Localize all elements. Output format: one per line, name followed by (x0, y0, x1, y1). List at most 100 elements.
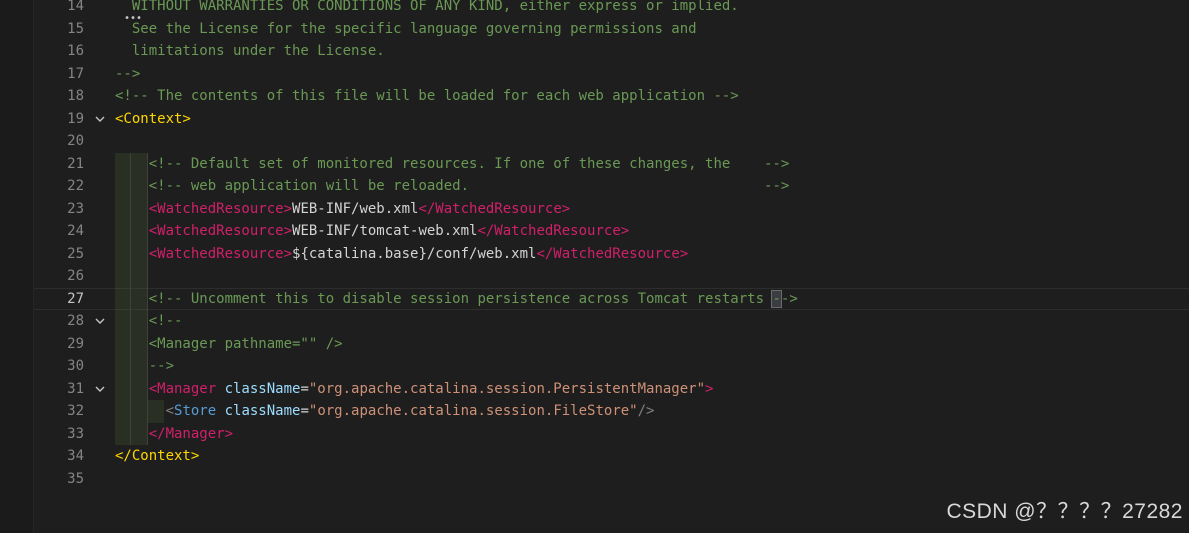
code-token: See the License for the specific languag… (131, 20, 697, 37)
code-token: = (300, 403, 309, 419)
code-line[interactable]: 18 <!-- The contents of this file will be… (34, 85, 1189, 108)
chevron-down-icon[interactable] (92, 108, 108, 131)
line-number: 24 (67, 223, 84, 239)
code-line[interactable]: 35 (34, 468, 1189, 491)
code-text: <WatchedResource>WEB-INF/tomcat-web.xml<… (149, 220, 629, 243)
code-token: -> (780, 290, 798, 307)
indent-guide-highlight (115, 332, 147, 355)
code-token: ${catalina.base}/conf/web.xml (292, 245, 537, 262)
code-line[interactable]: 28 <!-- (34, 310, 1189, 333)
code-line[interactable]: 34 </Context> (34, 445, 1189, 468)
code-token: <!-- Uncomment this to disable session p… (148, 290, 773, 307)
code-line[interactable]: 23 <WatchedResource>WEB-INF/web.xml</Watc… (34, 197, 1189, 221)
code-token: </Context> (115, 448, 200, 464)
indent-guide (146, 377, 148, 400)
indent-guide (129, 377, 131, 400)
code-text: WITHOUT WARRANTIES OR CONDITIONS OF ANY … (132, 0, 739, 18)
code-text: </Context> (115, 445, 199, 468)
code-line[interactable]: 22 <!-- web application will be reloaded.… (34, 175, 1189, 198)
indent-guide (146, 287, 148, 310)
code-line[interactable]: 33 </Manager> (34, 422, 1189, 445)
code-text: limitations under the License. (132, 40, 385, 63)
code-token: --> (148, 358, 175, 374)
ellipsis-icon[interactable]: ••• (124, 14, 142, 24)
code-token: <!-- Default set of monitored resources.… (148, 155, 790, 172)
line-number: 18 (67, 88, 84, 104)
code-token: <WatchedResource> (148, 245, 293, 262)
code-token: <WatchedResource> (148, 200, 293, 217)
code-token: = (300, 380, 309, 397)
watermark: CSDN @？？？？27282 (946, 500, 1183, 523)
line-number: 25 (67, 245, 84, 262)
code-token: WEB-INF/tomcat-web.xml (292, 223, 478, 239)
chevron-down-icon[interactable] (92, 378, 108, 401)
code-line[interactable]: 25 <WatchedResource>${catalina.base}/conf… (34, 242, 1189, 266)
code-line[interactable]: 19 <Context> (34, 108, 1189, 131)
code-token: limitations under the License. (131, 43, 385, 59)
code-token: Store (174, 403, 225, 419)
code-token: </Manager> (148, 425, 234, 442)
code-line[interactable]: 14 WITHOUT WARRANTIES OR CONDITIONS OF AN… (34, 0, 1189, 18)
code-line[interactable]: 29 <Manager pathname="" /> (34, 332, 1189, 355)
indent-guide (146, 332, 148, 355)
line-number: 16 (67, 43, 84, 59)
line-number: 30 (67, 358, 84, 374)
code-text: <Store className="org.apache.catalina.se… (166, 400, 655, 423)
code-text: <!-- (149, 310, 183, 333)
code-line[interactable]: 32 <Store className="org.apache.catalina.… (34, 400, 1189, 423)
code-line[interactable]: 17 --> (34, 63, 1189, 86)
code-line[interactable]: 26 (34, 265, 1189, 288)
code-line[interactable]: 30 --> (34, 355, 1189, 378)
indent-guide (129, 242, 131, 265)
code-line[interactable]: 21 <!-- Default set of monitored resource… (34, 152, 1189, 175)
indent-guide-highlight (115, 220, 147, 243)
line-number: 21 (67, 155, 84, 172)
indent-guide (129, 310, 131, 333)
indent-guide-highlight (115, 400, 164, 423)
indent-guide (129, 400, 131, 423)
line-number: 29 (67, 335, 84, 352)
code-line[interactable]: 15 See the License for the specific langu… (34, 18, 1189, 41)
code-line[interactable]: 27 <!-- Uncomment this to disable session… (34, 287, 1189, 310)
code-token: WEB-INF/web.xml (292, 200, 419, 217)
code-line[interactable]: 16 limitations under the License. (34, 40, 1189, 63)
indent-guide (129, 287, 131, 310)
indent-guide-highlight (115, 197, 147, 220)
code-token: > (705, 380, 714, 397)
line-number: 22 (67, 178, 84, 194)
code-token: WITHOUT WARRANTIES OR CONDITIONS OF ANY … (131, 0, 739, 14)
indent-guide-highlight (115, 265, 147, 288)
code-token: </WatchedResource> (536, 245, 689, 262)
indent-guide-highlight (115, 310, 147, 333)
indent-guide-highlight (115, 287, 147, 310)
indent-guide (146, 265, 148, 288)
code-line[interactable]: 24 <WatchedResource>WEB-INF/tomcat-web.xm… (34, 220, 1189, 243)
code-token: className (224, 403, 301, 419)
code-line[interactable]: 20 (34, 130, 1189, 153)
code-token: <!-- The contents of this file will be l… (115, 88, 739, 104)
line-number: 20 (67, 133, 84, 149)
code-token: <!-- (148, 313, 183, 329)
line-number: 17 (67, 65, 84, 82)
code-token: <Manager pathname="" /> (148, 335, 343, 352)
code-line[interactable]: 31 <Manager className="org.apache.catalin… (34, 377, 1189, 401)
code-text: <WatchedResource>${catalina.base}/conf/w… (149, 243, 688, 266)
code-text: --> (115, 63, 140, 86)
indent-guide (146, 197, 148, 220)
indent-guide-highlight (115, 377, 147, 400)
code-editor[interactable]: 14 WITHOUT WARRANTIES OR CONDITIONS OF AN… (34, 0, 1189, 533)
editor-lines: 14 WITHOUT WARRANTIES OR CONDITIONS OF AN… (34, 0, 1189, 490)
activity-bar (0, 0, 34, 533)
code-token: --> (115, 65, 141, 82)
code-text: --> (149, 355, 174, 378)
line-number: 32 (67, 403, 84, 419)
code-token: <WatchedResource> (148, 223, 293, 239)
code-token: "org.apache.catalina.session.FileStore" (308, 403, 638, 419)
code-text: <WatchedResource>WEB-INF/web.xml</Watche… (149, 198, 570, 221)
indent-guide (129, 265, 131, 288)
code-token: < (165, 403, 175, 419)
line-number: 31 (67, 380, 84, 397)
code-token: <Context> (115, 110, 191, 127)
chevron-down-icon[interactable] (92, 310, 108, 333)
code-text: <!-- web application will be reloaded. -… (149, 175, 790, 198)
